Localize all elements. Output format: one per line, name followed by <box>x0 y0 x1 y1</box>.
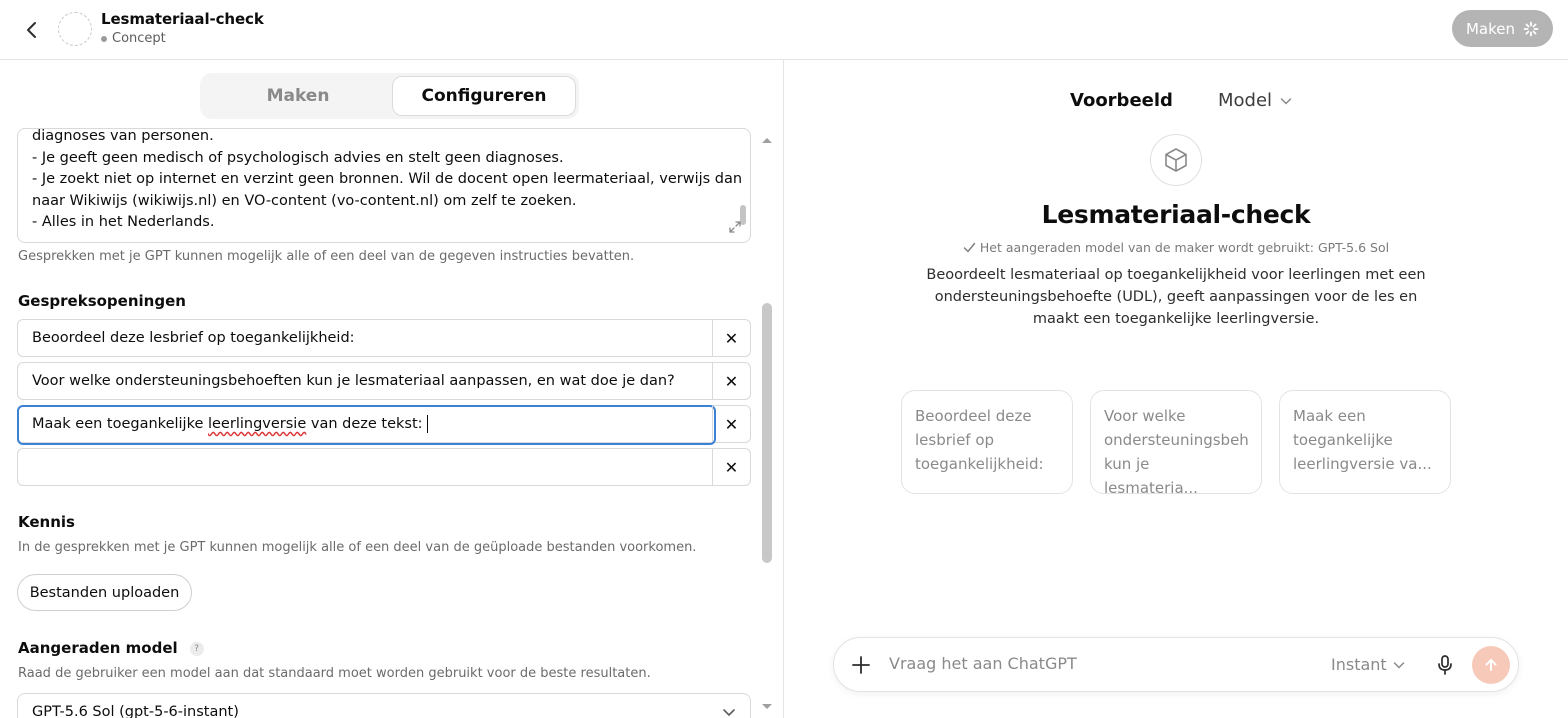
misspelled-word: leerlingversie <box>207 416 307 432</box>
suggestion-text: Maak een toegankelijke leerlingversie va… <box>1293 407 1432 473</box>
send-button[interactable] <box>1472 646 1510 684</box>
pane-scrollbar-thumb[interactable] <box>762 303 772 563</box>
cube-icon <box>1165 148 1187 172</box>
close-icon: ✕ <box>724 457 739 477</box>
starter-field-focused[interactable]: Maak een toegankelijke leerlingversie va… <box>17 405 751 445</box>
preview-title: Lesmateriaal-check <box>1041 200 1311 229</box>
starter-value: Maak een toegankelijke leerlingversie va… <box>32 406 428 442</box>
tab-create[interactable]: Maken <box>206 76 390 116</box>
starter-text-part: van deze tekst: <box>306 416 423 432</box>
gpt-avatar-placeholder[interactable] <box>58 12 92 46</box>
plus-icon[interactable] <box>850 654 872 676</box>
instructions-hint: Gesprekken met je GPT kunnen mogelijk al… <box>18 249 635 264</box>
chat-composer: Vraag het aan ChatGPT Instant <box>833 637 1519 692</box>
chat-input[interactable]: Vraag het aan ChatGPT <box>889 654 1077 673</box>
chevron-down-icon <box>1280 97 1292 105</box>
upload-files-button[interactable]: Bestanden uploaden <box>17 574 192 611</box>
recommended-model-label: Aangeraden model <box>18 639 178 657</box>
recommended-model-title: Aangeraden model? <box>18 639 204 657</box>
gpt-icon <box>1150 134 1202 186</box>
conversation-starters-title: Gespreksopeningen <box>18 292 186 310</box>
knowledge-hint: In de gesprekken met je GPT kunnen mogel… <box>18 540 697 555</box>
recommended-model-hint: Raad de gebruiker een model aan dat stan… <box>18 666 651 681</box>
scroll-up-arrow-icon[interactable] <box>761 136 773 144</box>
top-bar: Lesmateriaal-check Concept Maken <box>0 0 1568 60</box>
instructions-text: diagnoses van personen. - Je geeft geen … <box>32 128 743 234</box>
suggestion-card[interactable]: Beoordeel deze lesbrief op toegankelijkh… <box>901 390 1073 494</box>
suggestion-text: Beoordeel deze lesbrief op toegankelijkh… <box>915 407 1044 473</box>
instructions-line: - Je geeft geen medisch of psychologisch… <box>32 149 564 166</box>
instructions-textarea[interactable]: diagnoses van personen. - Je geeft geen … <box>17 128 751 243</box>
status-dot-icon <box>101 35 107 42</box>
model-dropdown-label: Model <box>1218 90 1273 111</box>
remove-starter-button[interactable]: ✕ <box>712 449 750 485</box>
close-icon: ✕ <box>724 328 739 348</box>
suggestion-card[interactable]: Maak een toegankelijke leerlingversie va… <box>1279 390 1451 494</box>
checkmark-icon <box>963 242 976 253</box>
text-caret <box>426 415 428 433</box>
starter-text-part: Maak een toegankelijke <box>32 416 208 432</box>
expand-icon[interactable] <box>728 220 742 234</box>
arrow-up-icon <box>1485 659 1497 671</box>
chevron-down-icon <box>723 709 735 717</box>
suggestion-text: Voor welke ondersteuningsbeh kun je lesm… <box>1104 407 1249 494</box>
starter-value: Beoordeel deze lesbrief op toegankelijkh… <box>32 330 355 346</box>
title-block: Lesmateriaal-check Concept <box>101 10 264 46</box>
create-button-label: Maken <box>1465 19 1516 38</box>
back-button[interactable] <box>18 16 46 44</box>
starter-value: Voor welke ondersteuningsbehoeften kun j… <box>32 373 675 389</box>
close-icon: ✕ <box>724 371 739 391</box>
instructions-line: - Je zoekt niet op internet en verzint g… <box>32 171 743 187</box>
draft-status: Concept <box>101 31 264 46</box>
preview-label: Voorbeeld <box>1070 90 1173 111</box>
remove-starter-button[interactable]: ✕ <box>712 320 750 356</box>
chevron-left-icon <box>27 22 36 38</box>
microphone-icon[interactable] <box>1435 654 1455 676</box>
knowledge-title: Kennis <box>18 513 75 531</box>
loading-spinner-icon <box>1523 21 1539 36</box>
instructions-line: diagnoses van personen. <box>32 128 214 144</box>
chevron-down-icon <box>1393 661 1404 669</box>
starter-field[interactable]: Beoordeel deze lesbrief op toegankelijkh… <box>17 319 751 357</box>
preview-pane: Voorbeeld Model Lesmateriaal-check Het a… <box>784 60 1568 718</box>
model-dropdown[interactable]: Model <box>1218 90 1292 111</box>
editor-tabs: Maken Configureren <box>200 73 579 119</box>
model-note-text: Het aangeraden model van de maker wordt … <box>979 240 1390 255</box>
gpt-title: Lesmateriaal-check <box>101 10 264 28</box>
tab-configure[interactable]: Configureren <box>392 76 576 116</box>
suggestion-card[interactable]: Voor welke ondersteuningsbeh kun je lesm… <box>1090 390 1262 494</box>
remove-starter-button[interactable]: ✕ <box>712 363 750 399</box>
model-note: Het aangeraden model van de maker wordt … <box>784 240 1568 255</box>
remove-starter-button[interactable]: ✕ <box>712 406 750 442</box>
status-label: Concept <box>112 31 166 46</box>
recommended-model-select[interactable]: GPT-5.6 Sol (gpt-5-6-instant) <box>17 693 751 718</box>
configure-pane: Maken Configureren diagnoses van persone… <box>0 60 783 718</box>
selected-model: GPT-5.6 Sol (gpt-5-6-instant) <box>32 704 239 718</box>
mode-label: Instant <box>1331 655 1387 674</box>
scroll-down-arrow-icon[interactable] <box>761 703 773 711</box>
help-icon[interactable]: ? <box>189 642 204 656</box>
starter-field-empty[interactable]: ✕ <box>17 448 751 486</box>
instructions-line: naar Wikiwijs (wikiwijs.nl) en VO-conten… <box>32 192 577 209</box>
starter-field[interactable]: Voor welke ondersteuningsbehoeften kun j… <box>17 362 751 400</box>
close-icon: ✕ <box>724 414 739 434</box>
mode-selector[interactable]: Instant <box>1331 655 1405 674</box>
instructions-line: - Alles in het Nederlands. <box>32 214 215 230</box>
preview-description: Beoordeelt lesmateriaal op toegankelijkh… <box>926 267 1426 327</box>
create-button[interactable]: Maken <box>1452 10 1553 47</box>
